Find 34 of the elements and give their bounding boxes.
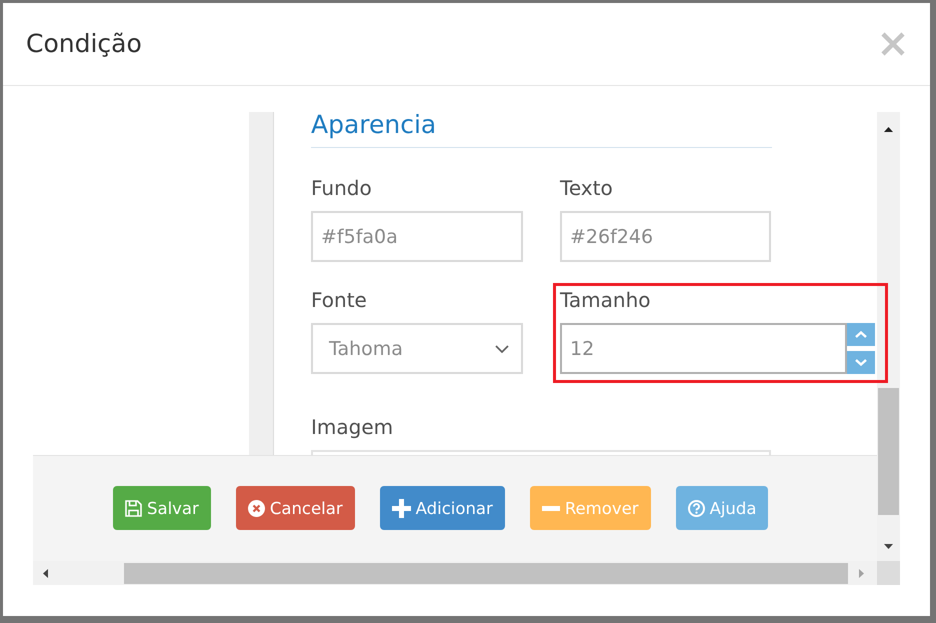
up-arrow-icon[interactable]: [884, 127, 893, 132]
remove-button[interactable]: Remover: [530, 486, 651, 530]
section-heading: Aparencia: [311, 112, 772, 148]
save-button[interactable]: Salvar: [113, 486, 211, 530]
chevron-down-icon: [855, 359, 867, 366]
close-icon[interactable]: [881, 32, 905, 56]
plus-icon: [392, 498, 411, 518]
field-label: Texto: [560, 177, 613, 199]
select-field[interactable]: Tahoma: [311, 323, 523, 374]
add-button[interactable]: Adicionar: [380, 486, 505, 530]
x-circle-icon: [248, 500, 265, 516]
input-field[interactable]: #f5fa0a: [311, 211, 523, 262]
help-button[interactable]: Ajuda: [676, 486, 768, 530]
scrollbar-thumb[interactable]: [124, 562, 848, 584]
down-arrow-icon[interactable]: [884, 544, 893, 549]
chevron-up-icon: [855, 331, 867, 338]
number-field[interactable]: 12: [560, 323, 847, 374]
right-arrow-icon[interactable]: [859, 568, 864, 578]
scrollbar-corner: [877, 561, 900, 585]
scrollbar-thumb[interactable]: [878, 388, 899, 515]
question-circle-icon: [688, 500, 705, 516]
field-label: Fundo: [311, 177, 372, 199]
left-arrow-icon[interactable]: [43, 568, 48, 578]
field-label: Tamanho: [560, 289, 650, 311]
chevron-down-icon: [495, 344, 509, 352]
decrement-button[interactable]: [847, 351, 875, 374]
input-field[interactable]: #26f246: [560, 211, 771, 262]
increment-button[interactable]: [847, 323, 875, 346]
dialog-title: Condição: [26, 29, 142, 59]
field-label: Fonte: [311, 289, 367, 311]
floppy-disk-icon: [125, 500, 142, 516]
cancel-button[interactable]: Cancelar: [236, 486, 355, 530]
field-label: Imagem: [311, 416, 394, 438]
minus-icon: [542, 506, 560, 510]
